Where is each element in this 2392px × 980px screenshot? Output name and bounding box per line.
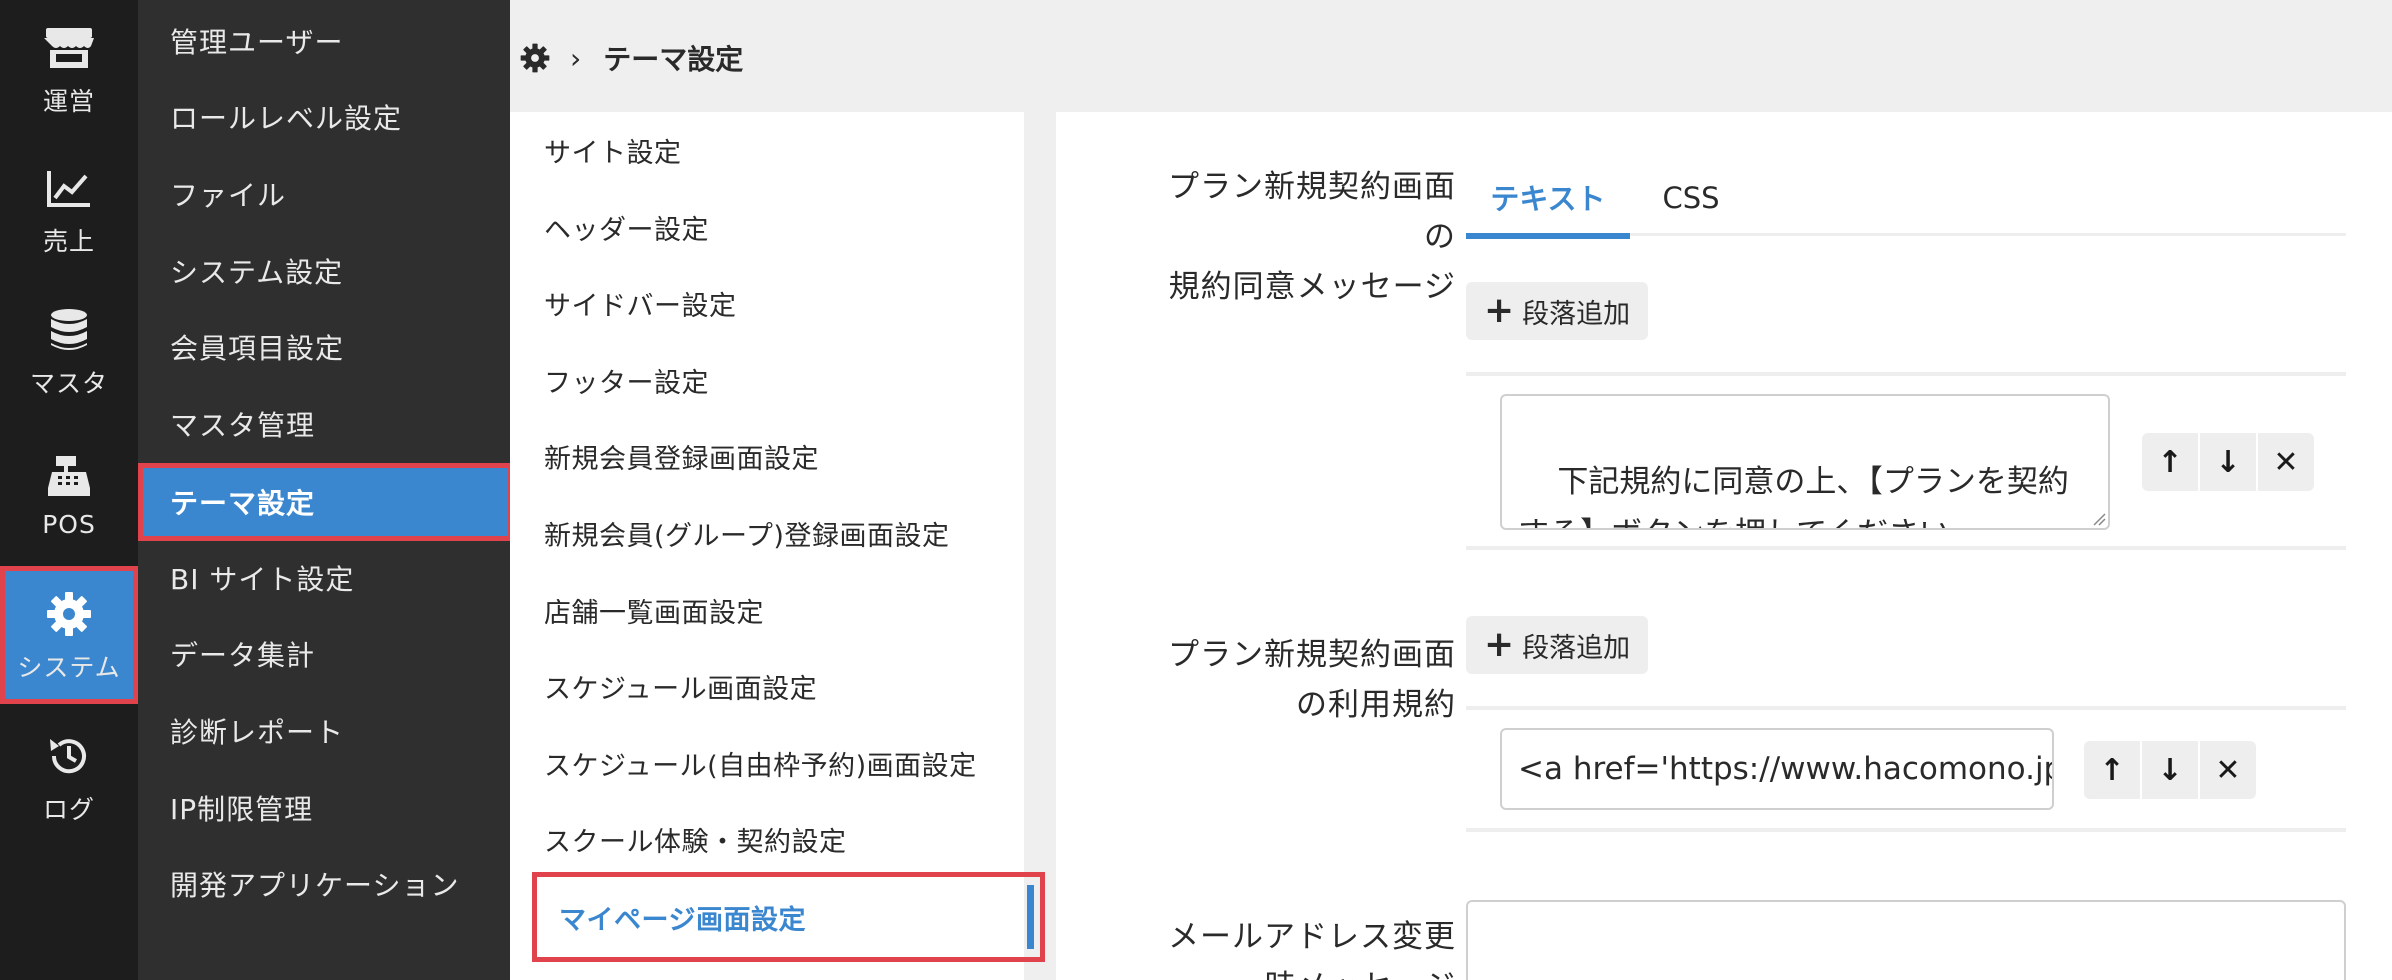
- move-down-button[interactable]: ↓: [2142, 741, 2198, 799]
- theme-item-group-registration[interactable]: 新規会員(グループ)登録画面設定: [510, 495, 1024, 571]
- rail-item-master[interactable]: マスタ: [0, 282, 138, 420]
- chevron-right-icon: ›: [570, 41, 582, 75]
- label-line: プラン新規契約画面: [1168, 637, 1456, 673]
- submenu-item-data-aggregation[interactable]: データ集計: [138, 617, 510, 691]
- delete-paragraph-button[interactable]: ✕: [2200, 741, 2256, 799]
- divider: [1466, 372, 2346, 376]
- paragraph-text: 下記規約に同意の上、【プランを契約する】ボタンを押してください。: [1518, 464, 2069, 528]
- system-submenu: 管理ユーザー ロールレベル設定 ファイル システム設定 会員項目設定 マスタ管理…: [138, 0, 513, 980]
- submenu-item-role-level[interactable]: ロールレベル設定: [138, 80, 510, 154]
- editor-tabs: テキスト CSS: [1466, 160, 2346, 239]
- field-label-email-change: メールアドレス変更 時メッセージ: [1126, 912, 1456, 980]
- theme-settings-list: サイト設定 ヘッダー設定 サイドバー設定 フッター設定 新規会員登録画面設定 新…: [510, 112, 1045, 980]
- active-indicator: [1027, 885, 1034, 949]
- rail-item-system[interactable]: システム: [0, 566, 138, 704]
- add-paragraph-button[interactable]: + 段落追加: [1466, 616, 1649, 674]
- database-icon: [41, 302, 97, 358]
- paragraph-textarea[interactable]: 下記規約に同意の上、【プランを契約する】ボタンを押してください。: [1500, 394, 2110, 530]
- email-change-message-textarea[interactable]: [1466, 900, 2346, 980]
- paragraph-input[interactable]: <a href='https://www.hacomono.jp' t: [1500, 728, 2054, 810]
- rail-label: 売上: [42, 227, 95, 256]
- submenu-item-system-settings[interactable]: システム設定: [138, 234, 510, 308]
- rail-label: システム: [17, 653, 121, 682]
- rail-label: POS: [42, 509, 96, 539]
- plus-icon: +: [1484, 624, 1515, 665]
- gear-icon: [41, 586, 97, 642]
- theme-item-store-list[interactable]: 店舗一覧画面設定: [510, 572, 1024, 648]
- rail-item-operations[interactable]: 運営: [0, 0, 138, 138]
- chart-line-icon: [41, 160, 97, 216]
- rail-label: 運営: [42, 87, 95, 116]
- tab-css[interactable]: CSS: [1636, 160, 1746, 236]
- move-down-button[interactable]: ↓: [2200, 433, 2256, 491]
- submenu-item-master-management[interactable]: マスタ管理: [138, 387, 510, 461]
- submenu-item-admin-users[interactable]: 管理ユーザー: [138, 4, 510, 78]
- theme-item-label: マイページ画面設定: [559, 904, 806, 936]
- theme-item-member-registration[interactable]: 新規会員登録画面設定: [510, 418, 1024, 494]
- icon-rail: 運営 売上 マスタ POS システム ログ: [0, 0, 138, 980]
- theme-item-schedule-free[interactable]: スケジュール(自由枠予約)画面設定: [510, 725, 1024, 801]
- main-settings-panel: プラン新規契約画面 の 規約同意メッセージ テキスト CSS + 段落追加 下記…: [1056, 112, 2392, 980]
- theme-item-mypage[interactable]: マイページ画面設定: [532, 872, 1045, 962]
- rail-item-pos[interactable]: POS: [0, 424, 138, 562]
- add-paragraph-label: 段落追加: [1522, 298, 1631, 330]
- paragraph-controls: ↑ ↓ ✕: [2084, 741, 2256, 799]
- add-paragraph-button[interactable]: + 段落追加: [1466, 282, 1649, 340]
- breadcrumb-current: テーマ設定: [603, 43, 744, 76]
- theme-item-header[interactable]: ヘッダー設定: [510, 189, 1024, 265]
- theme-item-schedule[interactable]: スケジュール画面設定: [510, 648, 1024, 724]
- paragraph-controls: ↑ ↓ ✕: [2142, 433, 2314, 491]
- tab-text[interactable]: テキスト: [1466, 160, 1630, 239]
- divider: [1466, 546, 2346, 550]
- cash-register-icon: [41, 448, 97, 504]
- delete-paragraph-button[interactable]: ✕: [2258, 433, 2314, 491]
- theme-item-footer[interactable]: フッター設定: [510, 342, 1024, 418]
- breadcrumb: › テーマ設定: [520, 30, 743, 86]
- submenu-item-dev-applications[interactable]: 開発アプリケーション: [138, 847, 510, 921]
- divider: [1466, 706, 2346, 710]
- history-icon: [41, 728, 97, 784]
- theme-item-school-trial[interactable]: スクール体験・契約設定: [510, 801, 1024, 877]
- field-label-terms-of-use: プラン新規契約画面 の利用規約: [1126, 630, 1456, 730]
- theme-item-sidebar[interactable]: サイドバー設定: [510, 265, 1024, 341]
- move-up-button[interactable]: ↑: [2084, 741, 2140, 799]
- label-line: 規約同意メッセージ: [1168, 269, 1456, 305]
- submenu-item-theme-settings[interactable]: テーマ設定: [138, 463, 513, 541]
- field-label-terms-consent: プラン新規契約画面 の 規約同意メッセージ: [1126, 162, 1456, 312]
- label-line: の: [1424, 219, 1456, 255]
- submenu-item-diagnostic-report[interactable]: 診断レポート: [138, 694, 510, 768]
- divider: [1466, 828, 2346, 832]
- submenu-item-ip-restriction[interactable]: IP制限管理: [138, 771, 510, 845]
- rail-item-log[interactable]: ログ: [0, 708, 138, 846]
- paragraph-text: <a href='https://www.hacomono.jp' t: [1518, 751, 2054, 787]
- gear-icon[interactable]: [520, 43, 550, 73]
- add-paragraph-label: 段落追加: [1522, 632, 1631, 664]
- move-up-button[interactable]: ↑: [2142, 433, 2198, 491]
- submenu-item-member-fields[interactable]: 会員項目設定: [138, 310, 510, 384]
- theme-item-site[interactable]: サイト設定: [510, 112, 1024, 188]
- resize-handle-icon[interactable]: [2092, 512, 2106, 526]
- label-line: の利用規約: [1296, 687, 1456, 723]
- store-icon: [41, 20, 97, 76]
- label-line: プラン新規契約画面: [1168, 169, 1456, 205]
- label-line: メールアドレス変更: [1168, 919, 1456, 955]
- rail-item-sales[interactable]: 売上: [0, 140, 138, 278]
- plus-icon: +: [1484, 290, 1515, 331]
- rail-label: ログ: [42, 795, 95, 824]
- rail-label: マスタ: [29, 369, 108, 398]
- submenu-item-bi-site[interactable]: BI サイト設定: [138, 541, 510, 615]
- submenu-item-files[interactable]: ファイル: [138, 157, 510, 231]
- label-line: 時メッセージ: [1126, 962, 1456, 980]
